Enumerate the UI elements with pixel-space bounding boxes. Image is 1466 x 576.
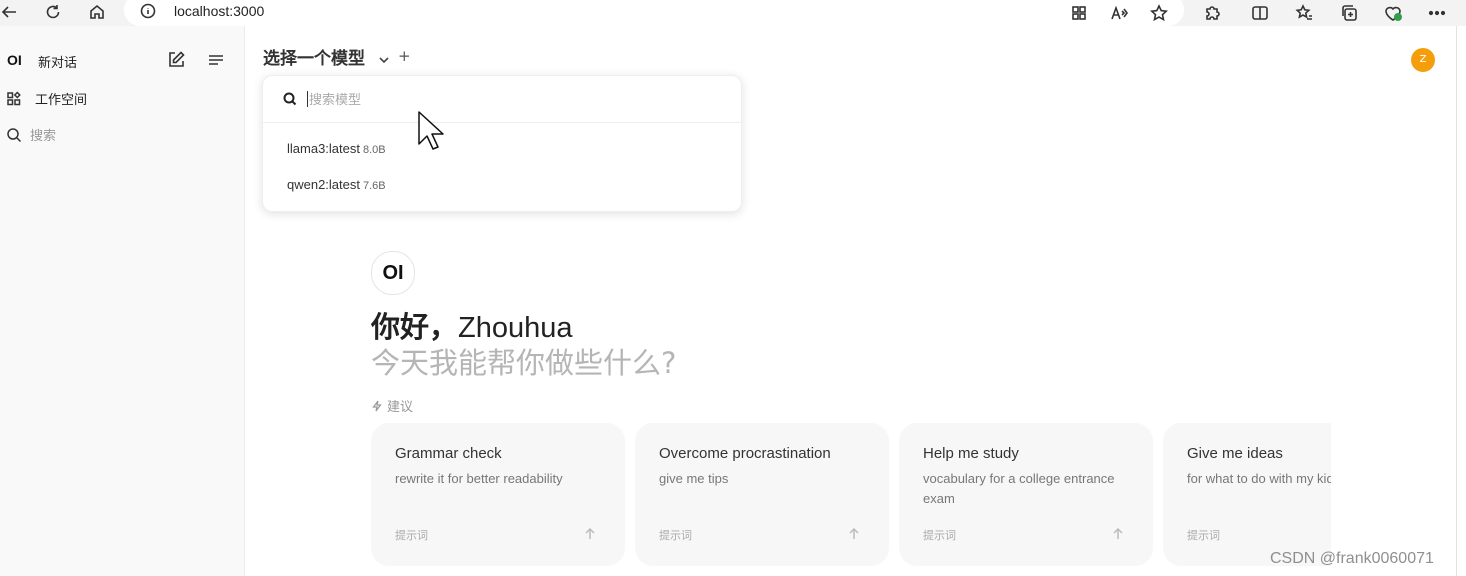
- sidebar: OI 新对话 工作空间 搜索: [0, 26, 245, 576]
- card-title: Give me ideas: [1187, 445, 1283, 462]
- suggestion-cards: Grammar check rewrite it for better read…: [371, 423, 1331, 566]
- suggestion-card-study[interactable]: Help me study vocabulary for a college e…: [899, 423, 1153, 566]
- info-icon[interactable]: [140, 3, 156, 23]
- sidebar-search-label: 搜索: [30, 129, 57, 144]
- model-name: llama3:latest: [287, 141, 360, 156]
- mouse-pointer-icon: [418, 111, 444, 155]
- suggestion-card-grammar[interactable]: Grammar check rewrite it for better read…: [371, 423, 625, 566]
- url-text[interactable]: localhost:3000: [174, 3, 264, 19]
- arrow-up-icon[interactable]: [1111, 526, 1125, 545]
- new-chat-label[interactable]: 新对话: [38, 52, 77, 71]
- arrow-up-icon[interactable]: [583, 526, 597, 545]
- more-menu-icon[interactable]: [1425, 2, 1449, 24]
- home-icon[interactable]: [84, 0, 110, 24]
- card-description: rewrite it for better readability: [395, 471, 563, 486]
- favorite-star-icon[interactable]: [1147, 2, 1171, 24]
- address-bar[interactable]: localhost:3000: [124, 0, 1184, 26]
- search-icon: [283, 92, 297, 106]
- sidebar-search[interactable]: 搜索: [6, 125, 56, 144]
- card-title: Grammar check: [395, 445, 502, 462]
- split-screen-icon[interactable]: [1248, 2, 1272, 24]
- read-aloud-icon[interactable]: [1107, 2, 1131, 24]
- card-prompt-label: 提示词: [1187, 529, 1220, 542]
- greeting-subtitle: 今天我能帮你做些什么?: [371, 346, 677, 380]
- model-dropdown: llama3:latest8.0B qwen2:latest7.6B: [262, 75, 742, 212]
- suggestion-card-ideas[interactable]: Give me ideas for what to do with my kid…: [1163, 423, 1331, 566]
- arrow-up-icon[interactable]: [847, 526, 861, 545]
- card-description: give me tips: [659, 471, 729, 486]
- model-size: 7.6B: [363, 180, 386, 192]
- new-chat-edit-icon[interactable]: [166, 50, 188, 72]
- lightning-icon: [372, 400, 382, 411]
- card-prompt-label: 提示词: [659, 529, 692, 542]
- watermark: CSDN @frank0060071: [1270, 550, 1434, 567]
- apps-icon[interactable]: [1067, 2, 1091, 24]
- suggestions-label: 建议: [387, 400, 414, 415]
- user-avatar[interactable]: Z: [1411, 48, 1435, 72]
- card-title: Help me study: [923, 445, 1019, 462]
- browser-toolbar: localhost:3000: [0, 0, 1466, 26]
- refresh-icon[interactable]: [40, 0, 66, 24]
- chevron-down-icon[interactable]: [378, 50, 390, 69]
- extensions-icon[interactable]: [1200, 2, 1224, 24]
- workspace-icon: [7, 90, 21, 105]
- favorites-list-icon[interactable]: [1292, 2, 1316, 24]
- sidebar-item-label: 工作空间: [35, 93, 88, 108]
- suggestions-header: 建议: [371, 396, 413, 415]
- text-caret: [307, 91, 308, 107]
- card-description: vocabulary for a college entrance exam: [923, 471, 1115, 506]
- card-prompt-label: 提示词: [395, 529, 428, 542]
- collections-icon[interactable]: [1337, 2, 1361, 24]
- model-search-input[interactable]: [307, 89, 711, 111]
- sidebar-item-workspace[interactable]: 工作空间: [6, 89, 87, 108]
- model-search-bar: [263, 76, 741, 123]
- card-description: for what to do with my kids' art: [1187, 471, 1331, 486]
- oi-logo: OI: [371, 251, 415, 295]
- sidebar-logo[interactable]: OI: [7, 52, 22, 68]
- model-selector-title[interactable]: 选择一个模型: [263, 44, 365, 69]
- sidebar-menu-icon[interactable]: [206, 50, 228, 72]
- page-right-border: [1456, 26, 1457, 576]
- back-icon[interactable]: [0, 0, 22, 24]
- model-name: qwen2:latest: [287, 177, 360, 192]
- add-model-button[interactable]: +: [398, 47, 411, 65]
- suggestion-card-procrastination[interactable]: Overcome procrastination give me tips 提示…: [635, 423, 889, 566]
- card-prompt-label: 提示词: [923, 529, 956, 542]
- greeting-prefix: 你好，: [371, 310, 459, 344]
- browser-essentials-icon[interactable]: [1381, 2, 1405, 24]
- card-title: Overcome procrastination: [659, 445, 831, 462]
- model-option-qwen2[interactable]: qwen2:latest 7.6B: [287, 177, 386, 192]
- search-icon: [7, 127, 22, 142]
- model-option-llama3[interactable]: llama3:latest 8.0B: [287, 141, 386, 156]
- model-size: 8.0B: [362, 144, 386, 156]
